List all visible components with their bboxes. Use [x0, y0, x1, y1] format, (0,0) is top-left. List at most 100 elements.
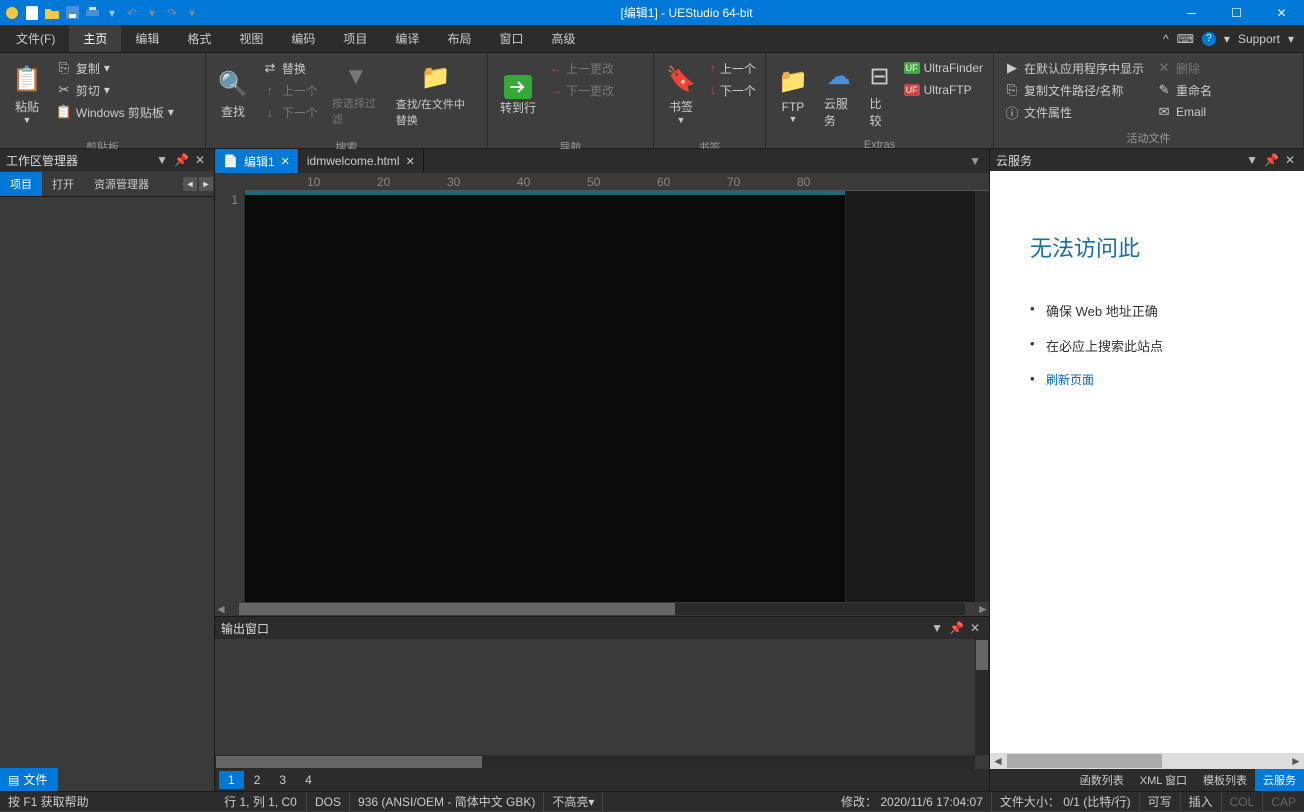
- find-prev-button[interactable]: ↑上一个: [256, 79, 324, 101]
- tab-template-list[interactable]: 模板列表: [1195, 769, 1255, 791]
- tab-xml-window[interactable]: XML 窗口: [1132, 769, 1195, 791]
- dropdown-icon[interactable]: ▾: [1224, 32, 1230, 46]
- find-in-files-button[interactable]: 📁查找/在文件中替换: [388, 57, 483, 133]
- menu-tab-layout[interactable]: 布局: [433, 25, 485, 52]
- horizontal-scrollbar[interactable]: [215, 755, 975, 769]
- cut-button[interactable]: ✂剪切 ▾: [50, 79, 180, 101]
- prev-change-button[interactable]: ← 上一更改: [544, 57, 620, 79]
- menu-tab-home[interactable]: 主页: [69, 25, 121, 52]
- output-page-tab[interactable]: 4: [296, 771, 321, 789]
- status-readwrite[interactable]: 可写: [1140, 792, 1181, 812]
- menu-tab-format[interactable]: 格式: [173, 25, 225, 52]
- pin-icon[interactable]: 📌: [171, 153, 192, 167]
- tab-open[interactable]: 打开: [42, 172, 84, 196]
- collapse-ribbon-icon[interactable]: ^: [1163, 32, 1169, 46]
- keyboard-icon[interactable]: ⌨: [1177, 32, 1194, 46]
- status-codepage[interactable]: 936 (ANSI/OEM - 简体中文 GBK): [350, 792, 544, 812]
- dropdown-icon[interactable]: ▾: [144, 5, 160, 21]
- dropdown-icon[interactable]: ▾: [184, 5, 200, 21]
- horizontal-scrollbar[interactable]: ◄►: [990, 753, 1304, 769]
- status-col[interactable]: COL: [1222, 792, 1264, 812]
- new-file-icon[interactable]: [24, 5, 40, 21]
- bookmark-prev-button[interactable]: ↑上一个: [704, 57, 762, 79]
- close-tab-icon[interactable]: ✕: [406, 155, 415, 168]
- cloud-button[interactable]: ☁云服务: [816, 57, 862, 133]
- copy-button[interactable]: ⎘复制 ▾: [50, 57, 180, 79]
- output-page-tab[interactable]: 2: [245, 771, 270, 789]
- menu-tab-advanced[interactable]: 高级: [537, 25, 589, 52]
- redo-icon[interactable]: ↷: [164, 5, 180, 21]
- output-body[interactable]: [215, 639, 989, 769]
- menu-tab-compile[interactable]: 编译: [381, 25, 433, 52]
- undo-icon[interactable]: ↶: [124, 5, 140, 21]
- minimize-button[interactable]: ─: [1169, 0, 1214, 25]
- dropdown-icon[interactable]: ▾: [1288, 32, 1294, 46]
- output-page-tab[interactable]: 1: [219, 771, 244, 789]
- email-button[interactable]: ✉Email: [1150, 101, 1218, 123]
- dropdown-icon[interactable]: ▾: [104, 5, 120, 21]
- nav-right-icon[interactable]: ►: [199, 177, 213, 191]
- editor-area[interactable]: [245, 191, 845, 602]
- delete-button[interactable]: ✕删除: [1150, 57, 1218, 79]
- minimap[interactable]: [845, 191, 975, 602]
- tab-cloud[interactable]: 云服务: [1255, 769, 1304, 791]
- close-icon[interactable]: ✕: [1282, 153, 1298, 167]
- app-icon[interactable]: [4, 5, 20, 21]
- copy-path-button[interactable]: ⎘复制文件路径/名称: [998, 79, 1150, 101]
- help-icon[interactable]: ?: [1202, 32, 1216, 46]
- filter-button[interactable]: ▼按选择过滤: [324, 57, 388, 133]
- editor-tab[interactable]: idmwelcome.html✕: [299, 149, 424, 173]
- refresh-link[interactable]: 刷新页面: [1046, 373, 1094, 387]
- status-encoding[interactable]: DOS: [307, 792, 350, 812]
- pin-icon[interactable]: 📌: [946, 621, 967, 635]
- files-tab[interactable]: ▤文件: [0, 768, 58, 791]
- save-icon[interactable]: [64, 5, 80, 21]
- file-props-button[interactable]: ⓘ文件属性: [998, 101, 1150, 123]
- print-icon[interactable]: [84, 5, 100, 21]
- dropdown-icon[interactable]: ▼: [1243, 153, 1261, 167]
- status-insert[interactable]: 插入: [1181, 792, 1222, 812]
- support-link[interactable]: Support: [1238, 32, 1280, 46]
- windows-clipboard-button[interactable]: 📋Windows 剪贴板 ▾: [50, 101, 180, 123]
- status-highlight[interactable]: 不高亮 ▾: [544, 792, 603, 812]
- goto-button[interactable]: 转到行: [492, 57, 544, 133]
- find-button[interactable]: 🔍查找: [210, 57, 256, 133]
- replace-button[interactable]: ⇄替换: [256, 57, 324, 79]
- ultraftp-button[interactable]: UFUltraFTP: [898, 79, 989, 101]
- tab-project[interactable]: 项目: [0, 172, 42, 196]
- ftp-button[interactable]: 📁FTP▼: [770, 57, 816, 133]
- tabs-dropdown-icon[interactable]: ▼: [961, 154, 989, 168]
- workspace-tree[interactable]: [0, 197, 214, 768]
- menu-tab-edit[interactable]: 编辑: [121, 25, 173, 52]
- horizontal-scrollbar[interactable]: ◄►: [215, 602, 989, 616]
- vertical-scrollbar[interactable]: [975, 191, 989, 602]
- close-icon[interactable]: ✕: [967, 621, 983, 635]
- menu-tab-project[interactable]: 项目: [329, 25, 381, 52]
- tab-explorer[interactable]: 资源管理器: [84, 172, 159, 196]
- menu-file[interactable]: 文件(F): [2, 25, 69, 52]
- menu-tab-view[interactable]: 视图: [225, 25, 277, 52]
- rename-button[interactable]: ✎重命名: [1150, 79, 1218, 101]
- paste-button[interactable]: 📋 粘贴 ▼: [4, 57, 50, 133]
- close-icon[interactable]: ✕: [192, 153, 208, 167]
- open-folder-icon[interactable]: [44, 5, 60, 21]
- dropdown-icon[interactable]: ▼: [153, 153, 171, 167]
- bookmark-button[interactable]: 🔖书签▼: [658, 57, 704, 133]
- close-button[interactable]: ✕: [1259, 0, 1304, 25]
- bookmark-next-button[interactable]: ↓下一个: [704, 79, 762, 101]
- vertical-scrollbar[interactable]: [975, 639, 989, 755]
- status-cap[interactable]: CAP: [1263, 792, 1304, 812]
- menu-tab-encoding[interactable]: 编码: [277, 25, 329, 52]
- ultrafinder-button[interactable]: UFUltraFinder: [898, 57, 989, 79]
- pin-icon[interactable]: 📌: [1261, 153, 1282, 167]
- close-tab-icon[interactable]: ✕: [281, 155, 290, 168]
- editor-tab[interactable]: 📄编辑1✕: [215, 149, 299, 173]
- next-change-button[interactable]: → 下一更改: [544, 79, 620, 101]
- dropdown-icon[interactable]: ▼: [928, 621, 946, 635]
- menu-tab-window[interactable]: 窗口: [485, 25, 537, 52]
- output-page-tab[interactable]: 3: [270, 771, 295, 789]
- status-position[interactable]: 行 1, 列 1, C0: [215, 792, 307, 812]
- open-default-app-button[interactable]: ▶在默认应用程序中显示: [998, 57, 1150, 79]
- maximize-button[interactable]: ☐: [1214, 0, 1259, 25]
- compare-button[interactable]: ⊟比较: [862, 57, 898, 133]
